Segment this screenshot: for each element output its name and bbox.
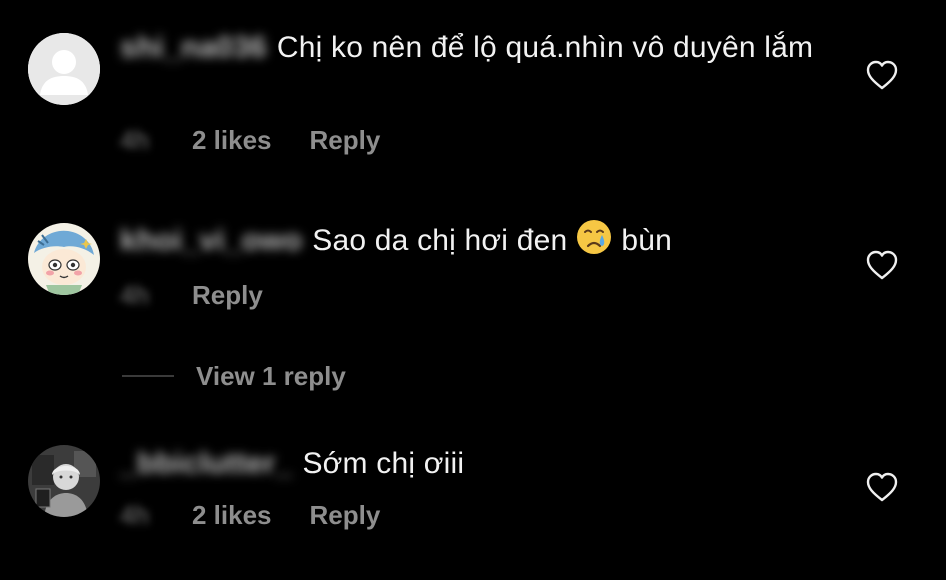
avatar[interactable]	[28, 223, 100, 295]
timestamp: 4h	[120, 499, 149, 530]
view-replies-label: View 1 reply	[196, 360, 346, 391]
comment-text: Sao da chị hơi đen	[312, 224, 568, 257]
crying-face-icon	[577, 220, 612, 254]
username[interactable]: shi_na036	[120, 26, 267, 70]
divider-line	[122, 375, 174, 377]
reply-button[interactable]: Reply	[310, 500, 381, 531]
comment-meta: 4h 2 likes Reply	[120, 500, 380, 530]
comment-text-block: _bbiclutter_ Sớm chị ơiii	[120, 442, 820, 486]
comment-text-block: khoi_vi_owo Sao da chị hơi đen bùn	[120, 218, 820, 263]
avatar[interactable]	[28, 33, 100, 105]
avatar[interactable]	[28, 445, 100, 517]
likes-count[interactable]: 2 likes	[192, 125, 272, 156]
heart-icon[interactable]	[865, 59, 899, 91]
heart-icon[interactable]	[865, 249, 899, 281]
comment-text: Sớm chị ơiii	[302, 447, 465, 480]
photo-avatar-icon	[28, 445, 100, 517]
default-avatar-icon	[28, 33, 100, 105]
comment-meta: 4h 2 likes Reply	[120, 125, 380, 155]
username[interactable]: _bbiclutter_	[120, 442, 292, 486]
comment-meta: 4h Reply	[120, 280, 263, 310]
heart-icon[interactable]	[865, 471, 899, 503]
comment-text-suffix: bùn	[621, 224, 673, 257]
comment-3: _bbiclutter_ Sớm chị ơiii 4h 2 likes Repl…	[0, 420, 946, 580]
timestamp: 4h	[120, 279, 149, 310]
comment-text-block: shi_na036 Chị ko nên để lộ quá.nhìn vô du…	[120, 26, 820, 70]
reply-button[interactable]: Reply	[192, 280, 263, 311]
likes-count[interactable]: 2 likes	[192, 500, 272, 531]
username[interactable]: khoi_vi_owo	[120, 219, 302, 263]
view-replies-button[interactable]: View 1 reply	[122, 358, 346, 394]
comment-text: Chị ko nên để lộ quá.nhìn vô duyên lắm	[276, 31, 814, 64]
reply-button[interactable]: Reply	[310, 125, 381, 156]
comment-1: shi_na036 Chị ko nên để lộ quá.nhìn vô du…	[0, 0, 946, 200]
cartoon-avatar-icon	[28, 223, 100, 295]
timestamp: 4h	[120, 124, 149, 155]
